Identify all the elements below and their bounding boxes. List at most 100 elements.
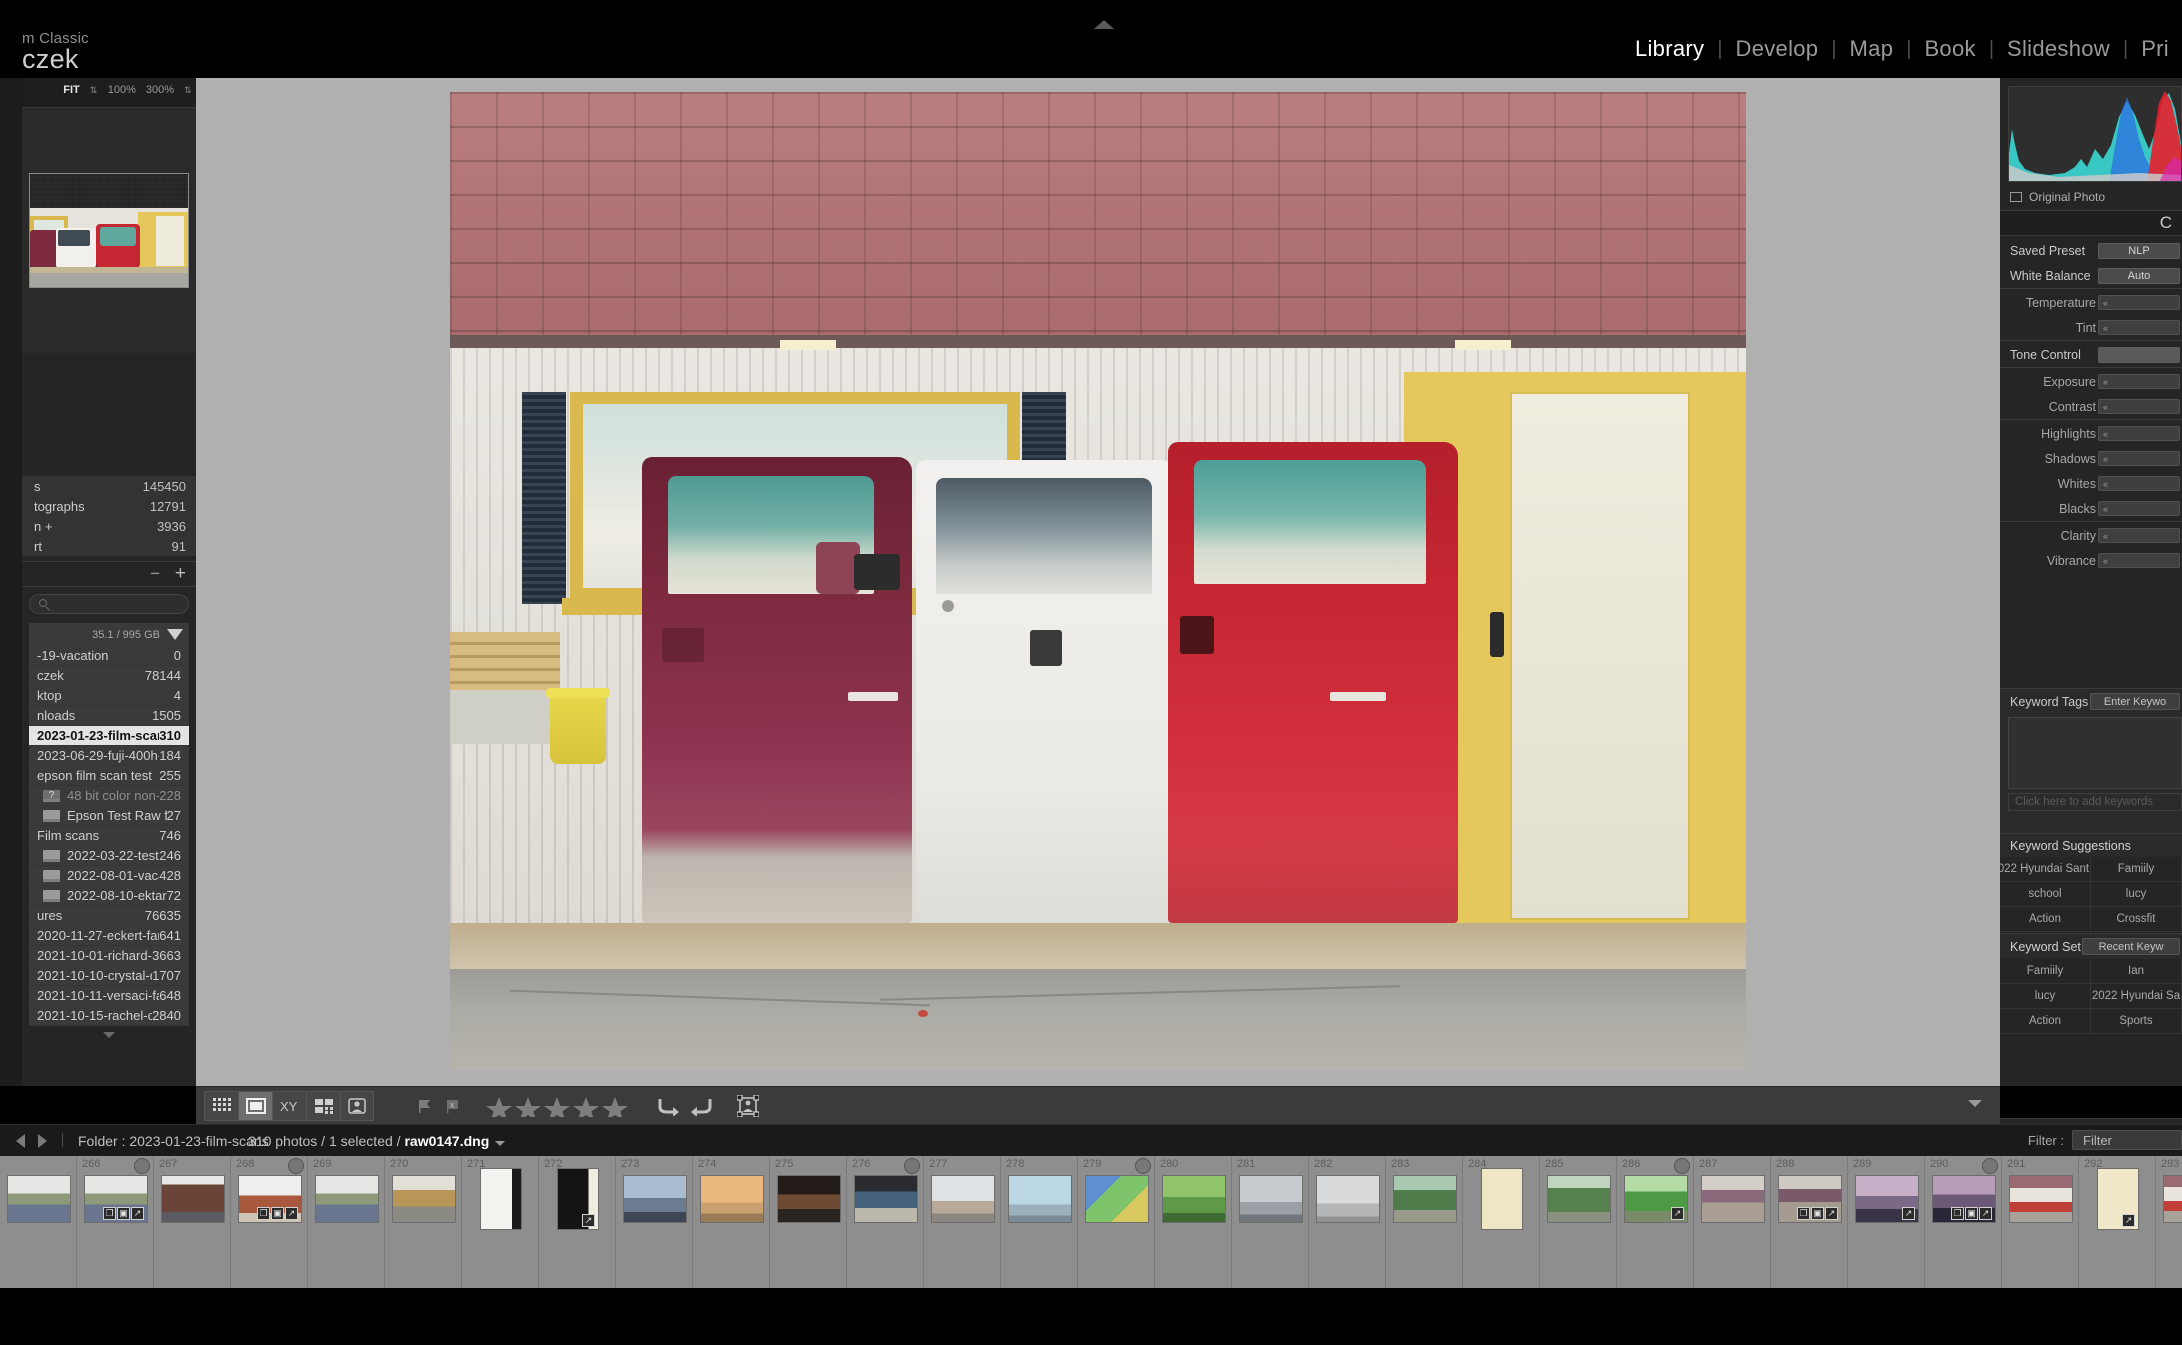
- nlp-slider-shadows[interactable]: ‹‹: [2098, 451, 2180, 466]
- module-library[interactable]: Library: [1622, 36, 1717, 62]
- nlp-slider-contrast[interactable]: ‹‹: [2098, 399, 2180, 414]
- keyword-suggestion[interactable]: Famiily: [2091, 857, 2182, 882]
- original-photo-toggle[interactable]: Original Photo: [2010, 190, 2105, 204]
- module-develop[interactable]: Develop: [1723, 36, 1832, 62]
- back-arrow-icon[interactable]: [16, 1134, 25, 1148]
- module-map[interactable]: Map: [1837, 36, 1907, 62]
- nlp-slider-blacks[interactable]: ‹‹: [2098, 501, 2180, 516]
- filmstrip-cell[interactable]: 288❐▣↗: [1771, 1156, 1848, 1288]
- filmstrip-badge-grad[interactable]: ▣: [271, 1207, 284, 1220]
- folder-item[interactable]: epson film scan test255: [29, 766, 189, 786]
- filmstrip-thumbnail[interactable]: ❐▣↗: [1778, 1175, 1842, 1223]
- filmstrip-cell[interactable]: 290❐▣↗: [1925, 1156, 2002, 1288]
- filmstrip-thumbnail[interactable]: ❐▣↗: [1932, 1175, 1996, 1223]
- filmstrip-thumbnail[interactable]: [480, 1168, 522, 1230]
- keyword-set-item[interactable]: Sports: [2091, 1009, 2182, 1034]
- filmstrip-thumbnail[interactable]: ❐▣↗: [238, 1175, 302, 1223]
- folder-item[interactable]: Epson Test Raw f...27: [29, 806, 189, 826]
- folder-item[interactable]: 2021-10-01-richard-and...3663: [29, 946, 189, 966]
- filmstrip-cell[interactable]: 279: [1078, 1156, 1155, 1288]
- filmstrip-badge-develop[interactable]: ↗: [1825, 1207, 1838, 1220]
- folder-item[interactable]: ?48 bit color non-r...228: [29, 786, 189, 806]
- forward-arrow-icon[interactable]: [38, 1134, 47, 1148]
- module-book[interactable]: Book: [1911, 36, 1988, 62]
- filmstrip-badge-develop[interactable]: ↗: [582, 1214, 595, 1227]
- filmstrip-thumbnail[interactable]: [2163, 1175, 2182, 1223]
- nlp-slider-vibrance[interactable]: ‹‹: [2098, 553, 2180, 568]
- nlp-slider-highlights[interactable]: ‹‹: [2098, 426, 2180, 441]
- filmstrip-cell[interactable]: 278: [1001, 1156, 1078, 1288]
- keyword-set-item[interactable]: 2022 Hyundai Sa: [2091, 984, 2182, 1009]
- filmstrip-thumbnail[interactable]: [1239, 1175, 1303, 1223]
- filmstrip-thumbnail[interactable]: [623, 1175, 687, 1223]
- filmstrip-cell[interactable]: 284: [1463, 1156, 1540, 1288]
- filmstrip-cell[interactable]: 269: [308, 1156, 385, 1288]
- folder-item[interactable]: 2022-08-10-ektar-...72: [29, 886, 189, 906]
- folder-item[interactable]: 2023-01-23-film-scans310: [29, 726, 189, 746]
- filmstrip-cell[interactable]: 276: [847, 1156, 924, 1288]
- folders-collapse-icon[interactable]: −: [150, 567, 160, 581]
- filmstrip-thumbnail[interactable]: [1701, 1175, 1765, 1223]
- nlp-slider-temperature[interactable]: ‹‹: [2098, 295, 2180, 310]
- filmstrip-cell[interactable]: 266❐▣↗: [77, 1156, 154, 1288]
- filmstrip-thumbnail[interactable]: [1008, 1175, 1072, 1223]
- filmstrip-thumbnail[interactable]: [1481, 1168, 1523, 1230]
- filmstrip-cell[interactable]: 287: [1694, 1156, 1771, 1288]
- filmstrip-cell[interactable]: 268❐▣↗: [231, 1156, 308, 1288]
- filmstrip-cell[interactable]: 275: [770, 1156, 847, 1288]
- navigator-preview[interactable]: [22, 108, 196, 353]
- volume-disclosure-icon[interactable]: [167, 629, 183, 640]
- filmstrip-cell[interactable]: 292↗: [2079, 1156, 2156, 1288]
- zoom-stepper-icon[interactable]: ⇅: [184, 86, 192, 95]
- keyword-suggestion[interactable]: school: [2000, 882, 2091, 907]
- people-view-icon[interactable]: [340, 1091, 374, 1121]
- filmstrip-badge-grad[interactable]: ▣: [1811, 1207, 1824, 1220]
- folders-add-icon[interactable]: +: [175, 565, 186, 582]
- folder-item[interactable]: 2022-03-22-test-r...246: [29, 846, 189, 866]
- toolbar-options-caret[interactable]: [1968, 1100, 1982, 1107]
- filmstrip-cell[interactable]: 285: [1540, 1156, 1617, 1288]
- filmstrip-thumbnail[interactable]: [1085, 1175, 1149, 1223]
- filmstrip-cell[interactable]: 283: [1386, 1156, 1463, 1288]
- filmstrip-thumbnail[interactable]: ↗: [1624, 1175, 1688, 1223]
- filmstrip-cell[interactable]: 280: [1155, 1156, 1232, 1288]
- filmstrip-badge-crop[interactable]: ❐: [257, 1207, 270, 1220]
- filmstrip-thumbnail[interactable]: [777, 1175, 841, 1223]
- zoom-level-100pct[interactable]: 100%: [108, 84, 136, 96]
- add-keywords-input[interactable]: Click here to add keywords: [2008, 793, 2182, 811]
- hide-topbar-arrow[interactable]: [1094, 20, 1114, 29]
- filmstrip-thumbnail[interactable]: ↗: [557, 1168, 599, 1230]
- folder-list[interactable]: -19-vacation0czek78144ktop4nloads1505202…: [29, 646, 189, 1026]
- filmstrip-thumbnail[interactable]: [2009, 1175, 2073, 1223]
- module-slideshow[interactable]: Slideshow: [1994, 36, 2123, 62]
- nlp-field-tone-control[interactable]: [2098, 347, 2180, 363]
- filmstrip-thumbnail[interactable]: [931, 1175, 995, 1223]
- catalog-row[interactable]: tographs12791: [22, 496, 196, 516]
- filmstrip[interactable]: 266❐▣↗267268❐▣↗269270271272↗273274275276…: [0, 1156, 2182, 1288]
- filmstrip-cell[interactable]: 277: [924, 1156, 1001, 1288]
- flag-reject-icon[interactable]: x: [439, 1091, 467, 1121]
- loupe-photo[interactable]: [450, 92, 1746, 1070]
- filmstrip-thumbnail[interactable]: [1316, 1175, 1380, 1223]
- nlp-slider-tint[interactable]: ‹‹: [2098, 320, 2180, 335]
- zoom-level-fit[interactable]: FIT: [63, 84, 80, 96]
- filmstrip-thumbnail[interactable]: ❐▣↗: [84, 1175, 148, 1223]
- status-filename[interactable]: raw0147.dng: [404, 1133, 489, 1149]
- keyword-suggestion[interactable]: Action: [2000, 907, 2091, 932]
- module-pri[interactable]: Pri: [2128, 36, 2182, 62]
- folder-item[interactable]: ures76635: [29, 906, 189, 926]
- filmstrip-cell[interactable]: 267: [154, 1156, 231, 1288]
- volume-indicator[interactable]: 35.1 / 995 GB: [29, 623, 189, 646]
- folder-item[interactable]: czek78144: [29, 666, 189, 686]
- compare-view-icon[interactable]: XY: [272, 1091, 306, 1121]
- filmstrip-badge-develop[interactable]: ↗: [1671, 1207, 1684, 1220]
- filmstrip-thumbnail[interactable]: [1162, 1175, 1226, 1223]
- filmstrip-thumbnail[interactable]: [315, 1175, 379, 1223]
- folder-item[interactable]: nloads1505: [29, 706, 189, 726]
- folder-item[interactable]: ktop4: [29, 686, 189, 706]
- filmstrip-thumbnail[interactable]: ↗: [2097, 1168, 2139, 1230]
- folder-item[interactable]: 2022-08-01-vacati...428: [29, 866, 189, 886]
- nlp-slider-exposure[interactable]: ‹‹: [2098, 374, 2180, 389]
- catalog-row[interactable]: s145450: [22, 476, 196, 496]
- filmstrip-cell[interactable]: 286↗: [1617, 1156, 1694, 1288]
